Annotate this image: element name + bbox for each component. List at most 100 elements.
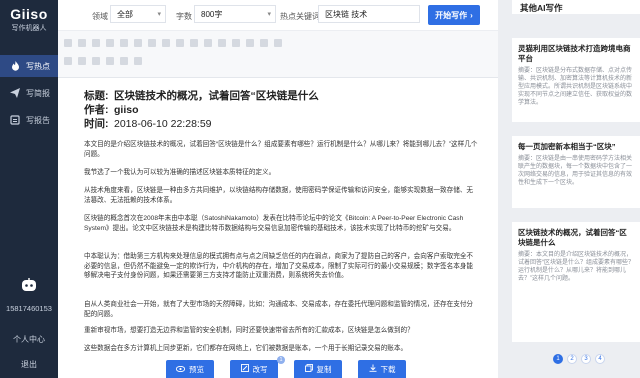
undo-icon[interactable]: [64, 39, 72, 47]
title-key: 标题:: [84, 90, 109, 102]
card-summary: 摘要：区块链是由一串使用密码学方法相关联产生的数据块，每一个数据块中包含了一次网…: [518, 156, 633, 186]
card-title: 区块链技术的概况，试着回答“区块链是什么: [518, 228, 627, 247]
underline-icon[interactable]: [120, 39, 128, 47]
paragraph: 从技术角度来看，区块链是一种由多方共同维护，以块链结构存储数据，使用密码学保证传…: [84, 187, 474, 204]
article-card[interactable]: 每一页加密新本相当于“区块” 摘要：区块链是由一串使用密码学方法相关联产生的数据…: [512, 136, 640, 208]
editor-toolbar-row-2: [64, 57, 142, 65]
italic-icon[interactable]: [106, 39, 114, 47]
article-title: 标题: 区块链技术的概况，试着回答“区块链是什么: [84, 88, 319, 103]
paragraph: 重新审视市场，想要打造无边界和监管的安全机制，同时还要快速带省去所有的汇款成本，…: [84, 327, 414, 334]
time-key: 时间:: [84, 118, 109, 130]
field-select-value: 全部: [117, 9, 133, 19]
chevron-down-icon: ▾: [267, 11, 271, 18]
eye-icon: [175, 365, 186, 374]
robot-avatar-icon[interactable]: [21, 278, 37, 292]
page-button[interactable]: 1: [553, 354, 563, 364]
download-label: 下载: [380, 364, 396, 374]
article-content[interactable]: 标题: 区块链技术的概况，试着回答“区块链是什么 作者: giiso 时间: 2018…: [58, 78, 498, 378]
article-time: 时间: 2018-06-10 22:28:59: [84, 116, 212, 131]
highlight-icon[interactable]: [162, 39, 170, 47]
preview-label: 预览: [189, 364, 204, 374]
sidebar: Giiso 写作机器人 写热点 写简报 写报告 15817460153 个人中心…: [0, 0, 58, 378]
keywords-value: 区块链 技术: [325, 9, 368, 19]
link-icon[interactable]: [246, 39, 254, 47]
list-icon[interactable]: [218, 39, 226, 47]
editor-toolbar-row: [64, 39, 282, 47]
align-center-icon[interactable]: [190, 39, 198, 47]
card-summary: 摘要：本文目的是介绍区块链技术的概况，试着回答“区块链是什么？组成要素有哪些？运…: [518, 252, 634, 282]
copy-button[interactable]: 复制: [294, 360, 342, 378]
strikethrough-icon[interactable]: [134, 39, 142, 47]
indent-icon[interactable]: [64, 57, 72, 65]
clear-format-icon[interactable]: [120, 57, 128, 65]
sidebar-item-hotspot[interactable]: 写热点: [0, 55, 58, 77]
logout-link[interactable]: 退出: [0, 359, 58, 370]
redo-icon[interactable]: [78, 39, 86, 47]
word-count-value: 800字: [201, 9, 223, 19]
article-author: 作者: giiso: [84, 102, 139, 117]
paragraph: 我节选了一个我认为可以较为准确的描述区块链本质特征的定义。: [84, 169, 276, 176]
article-card[interactable]: 灵猫利用区块链技术打造跨境电商平台 摘要：区块链是分布式数据存储、点对点传输、共…: [512, 38, 640, 122]
sidebar-item-label: 写热点: [26, 61, 50, 71]
personal-center-link[interactable]: 个人中心: [0, 334, 58, 345]
editor-toolbar: [58, 31, 498, 78]
align-right-icon[interactable]: [204, 39, 212, 47]
sidebar-item-report[interactable]: 写报告: [0, 109, 58, 131]
copy-label: 复制: [316, 364, 332, 374]
brand-name: Giiso: [10, 6, 48, 22]
preview-button[interactable]: 预览: [166, 360, 214, 378]
paragraph: 中本聪认为：借助第三方机构来处理信息的模式拥有点与点之间缺乏信任的内在弱点，商家…: [84, 253, 474, 279]
keywords-label: 热点关键词: [280, 12, 320, 21]
rewrite-badge: 1: [277, 356, 285, 364]
start-writing-label: 开始写作: [435, 10, 468, 20]
panel-header: 其他AI写作: [512, 0, 640, 14]
rewrite-label: 改写: [252, 364, 268, 374]
paper-plane-icon: [10, 88, 20, 98]
fullscreen-icon[interactable]: [134, 57, 142, 65]
quote-icon[interactable]: [92, 57, 100, 65]
chevron-down-icon: ▾: [157, 11, 161, 18]
title-value: 区块链技术的概况，试着回答“区块链是什么: [114, 90, 319, 102]
sidebar-item-label: 写简报: [26, 88, 50, 98]
brand-subtitle: 写作机器人: [11, 25, 47, 32]
copy-icon: [304, 364, 313, 374]
word-count-select[interactable]: 800字 ▾: [194, 5, 276, 23]
panel-title: 其他AI写作: [520, 3, 563, 13]
card-summary: 摘要：区块链是分布式数据存储、点对点传输、共识机制、加密算法等计算机技术的新型应…: [518, 68, 633, 106]
table-icon[interactable]: [274, 39, 282, 47]
card-title: 每一页加密新本相当于“区块”: [518, 142, 616, 151]
image-icon[interactable]: [260, 39, 268, 47]
outdent-icon[interactable]: [78, 57, 86, 65]
chevron-right-icon: ›: [470, 10, 473, 20]
download-button[interactable]: 下载: [358, 360, 406, 378]
author-key: 作者:: [84, 104, 109, 116]
field-select[interactable]: 全部 ▾: [110, 5, 166, 23]
card-title: 灵猫利用区块链技术打造跨境电商平台: [518, 44, 631, 63]
sidebar-item-label: 写报告: [26, 115, 50, 125]
bold-icon[interactable]: [92, 39, 100, 47]
logo[interactable]: Giiso 写作机器人: [6, 6, 52, 33]
page-button[interactable]: 3: [581, 354, 591, 364]
time-value: 2018-06-10 22:28:59: [114, 118, 212, 130]
start-writing-button[interactable]: 开始写作 ›: [428, 5, 480, 25]
rewrite-button[interactable]: 改写: [230, 360, 278, 378]
align-left-icon[interactable]: [176, 39, 184, 47]
paragraph: 区块链的概念首次在2008年末由中本聪（SatoshiNakamoto）发表在比…: [84, 215, 464, 232]
word-count-label: 字数: [176, 12, 192, 21]
font-color-icon[interactable]: [148, 39, 156, 47]
page-button[interactable]: 4: [595, 354, 605, 364]
code-icon[interactable]: [106, 57, 114, 65]
write-settings-bar: 领域 全部 ▾ 字数 800字 ▾ 热点关键词 区块链 技术 开始写作 ›: [58, 0, 498, 30]
user-phone: 15817460153: [6, 304, 52, 313]
keywords-input[interactable]: 区块链 技术: [318, 5, 420, 23]
paragraph: 自从人类商业社会一开始，就有了大型市场的天然障碍，比如：沟通成本、交易成本，存在…: [84, 301, 474, 318]
field-label: 领域: [92, 12, 108, 21]
report-icon: [10, 115, 20, 125]
sidebar-item-brief[interactable]: 写简报: [0, 82, 58, 104]
paragraph: 这些数据会在多方计算机上同步更新，它们都存在网络上，它们被数据是账本，一个用于长…: [84, 345, 408, 352]
flame-icon: [10, 61, 20, 71]
page-button[interactable]: 2: [567, 354, 577, 364]
other-ai-writing-panel: 其他AI写作 灵猫利用区块链技术打造跨境电商平台 摘要：区块链是分布式数据存储、…: [508, 0, 640, 378]
article-card[interactable]: 区块链技术的概况，试着回答“区块链是什么 摘要：本文目的是介绍区块链技术的概况，…: [512, 222, 640, 342]
ordered-list-icon[interactable]: [232, 39, 240, 47]
